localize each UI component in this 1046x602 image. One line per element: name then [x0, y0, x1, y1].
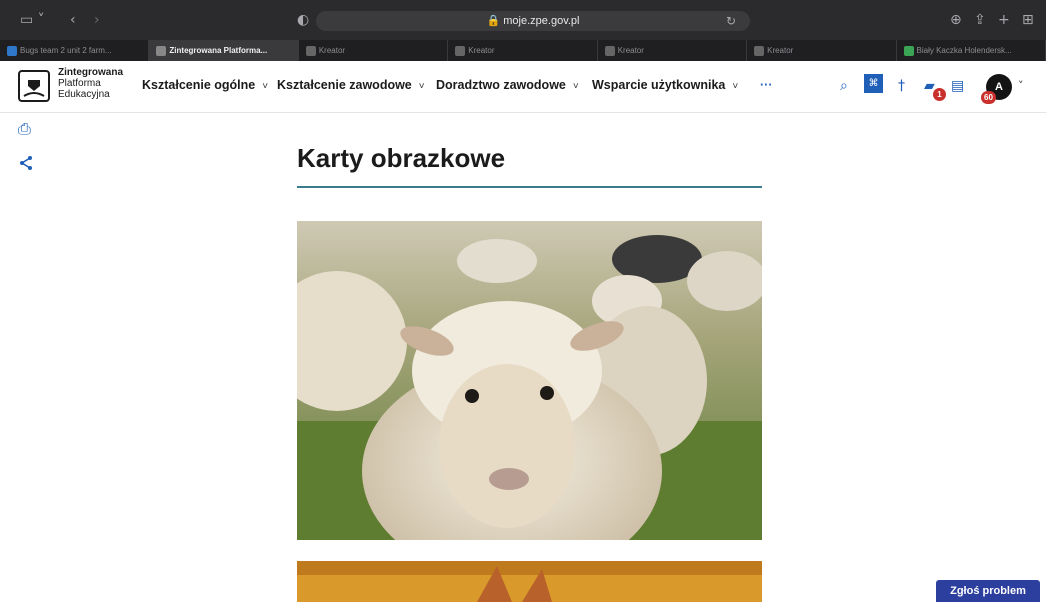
- next-card-image: [297, 561, 762, 602]
- sidebar-toggle-icon[interactable]: ▭ ˅: [20, 12, 45, 28]
- nav-label: Kształcenie zawodowe: [277, 78, 412, 92]
- chevron-down-icon: ˅: [262, 81, 269, 92]
- print-icon[interactable]: ⎙: [18, 119, 31, 139]
- chevron-down-icon[interactable]: ˅: [1018, 77, 1024, 95]
- share-glyph: [20, 156, 32, 170]
- tab-bar: Bugs team 2 unit 2 farm... Zintegrowana P…: [0, 40, 1046, 61]
- site-header: Zintegrowana Platforma Edukacyjna Kształ…: [0, 61, 1046, 113]
- back-icon[interactable]: ‹: [70, 12, 76, 28]
- picture-card-next[interactable]: [297, 561, 762, 602]
- download-icon[interactable]: ⊕: [950, 12, 962, 28]
- nav-label: Doradztwo zawodowe: [436, 78, 566, 92]
- tab-label: Bugs team 2 unit 2 farm...: [20, 46, 112, 55]
- logo-shield-icon: [23, 80, 45, 97]
- tab-label: Biały Kaczka Holendersk...: [916, 46, 1012, 55]
- nav-ksztalcenie-ogolne[interactable]: Kształcenie ogólne ˅: [142, 78, 268, 92]
- tab-label: Kreator: [468, 46, 495, 55]
- browser-tab[interactable]: Kreator: [598, 40, 748, 61]
- tab-favicon-icon: [754, 46, 765, 56]
- browser-tab[interactable]: Kreator: [448, 40, 598, 61]
- browser-tab[interactable]: Kreator: [299, 40, 449, 61]
- reload-icon[interactable]: ↻: [726, 13, 736, 29]
- accessibility-icon[interactable]: †: [898, 77, 905, 95]
- nav-label: Kształcenie ogólne: [142, 78, 256, 92]
- nav-ksztalcenie-zawodowe[interactable]: Kształcenie zawodowe ˅: [277, 78, 425, 92]
- page-title: Karty obrazkowe: [297, 143, 506, 173]
- messages-icon[interactable]: ▤: [951, 77, 964, 95]
- logo-line: Edukacyjna: [58, 89, 110, 100]
- tab-label: Zintegrowana Platforma...: [169, 46, 268, 55]
- nav-label: Wsparcie użytkownika: [592, 78, 726, 92]
- forward-icon[interactable]: ›: [94, 12, 100, 28]
- browser-toolbar: ▭ ˅ ‹ › ◐ 🔒 moje.zpe.gov.pl ↻ ⊕ ⇪ + ⊞: [0, 0, 1046, 40]
- tab-label: Kreator: [318, 46, 346, 55]
- logo-line: Platforma: [58, 78, 101, 89]
- logo-text[interactable]: Zintegrowana Platforma Edukacyjna: [58, 67, 142, 100]
- report-problem-button[interactable]: Zgłoś problem: [936, 580, 1040, 602]
- sheep-image: [297, 221, 762, 540]
- browser-tab[interactable]: Zintegrowana Platforma...: [149, 40, 299, 61]
- privacy-shield-icon[interactable]: ◐: [297, 12, 309, 28]
- tab-favicon-icon: [7, 46, 17, 56]
- tab-favicon-icon: [156, 46, 167, 56]
- browser-tab[interactable]: Kreator: [747, 40, 897, 61]
- tab-favicon-icon: [305, 46, 316, 56]
- nav-doradztwo-zawodowe[interactable]: Doradztwo zawodowe ˅: [436, 78, 579, 92]
- logo-line: Zintegrowana: [58, 67, 124, 78]
- address-bar[interactable]: 🔒 moje.zpe.gov.pl ↻: [316, 11, 750, 31]
- tab-label: Kreator: [767, 46, 794, 55]
- picture-card-sheep[interactable]: [297, 221, 762, 540]
- tab-label: Kreator: [617, 46, 644, 55]
- title-divider: [297, 186, 762, 188]
- tab-favicon-icon: [903, 46, 914, 56]
- logo-icon[interactable]: [18, 70, 50, 102]
- new-tab-icon[interactable]: +: [998, 12, 1010, 28]
- tab-favicon-icon: [604, 46, 615, 56]
- share-icon[interactable]: ⇪: [974, 12, 986, 28]
- tab-overview-icon[interactable]: ⊞: [1022, 12, 1034, 28]
- browser-tab[interactable]: Biały Kaczka Holendersk...: [897, 40, 1046, 61]
- avatar-badge: 60: [981, 91, 996, 104]
- chevron-down-icon: ˅: [732, 81, 739, 92]
- chevron-down-icon: ˅: [572, 81, 579, 92]
- chevron-down-icon: ˅: [418, 81, 425, 92]
- sign-language-icon[interactable]: ⌘: [864, 74, 883, 93]
- more-menu-button[interactable]: ···: [760, 78, 773, 92]
- browser-tab[interactable]: Bugs team 2 unit 2 farm...: [0, 40, 150, 61]
- share-icon[interactable]: [18, 155, 34, 175]
- nav-wsparcie-uzytkownika[interactable]: Wsparcie użytkownika ˅: [592, 78, 738, 92]
- tab-favicon-icon: [455, 46, 466, 56]
- search-icon[interactable]: ⌕: [840, 77, 848, 95]
- briefcase-badge: 1: [933, 88, 946, 101]
- address-text: 🔒 moje.zpe.gov.pl: [486, 15, 580, 27]
